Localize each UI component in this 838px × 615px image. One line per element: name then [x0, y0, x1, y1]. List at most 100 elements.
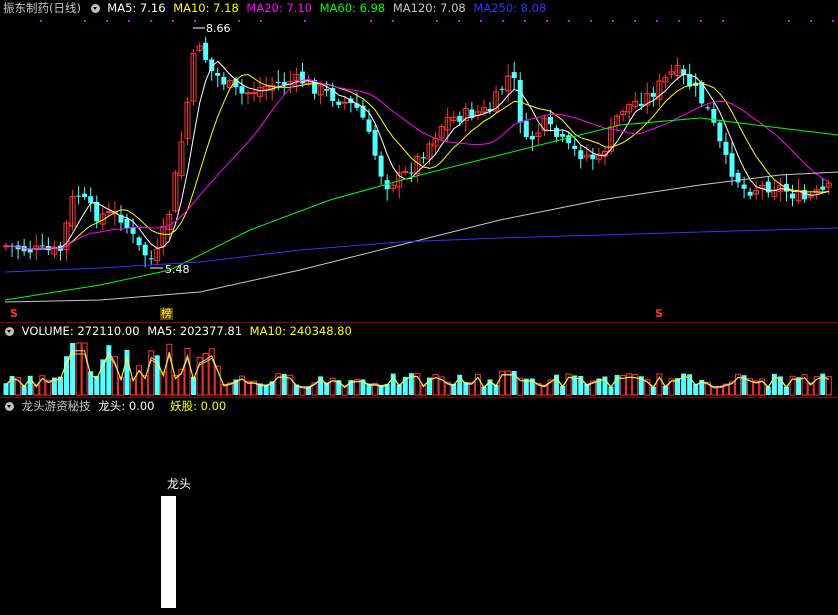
low-price-label: 5.48: [165, 263, 190, 276]
candle-body: [136, 237, 142, 246]
signal-dot: [84, 20, 86, 22]
candle-body: [82, 193, 88, 197]
signal-dot: [678, 20, 680, 22]
signal-dot: [260, 20, 262, 22]
signal-dot: [700, 20, 702, 22]
candle-body: [372, 130, 378, 156]
candle-body: [572, 145, 578, 149]
volume-panel[interactable]: VOLUME: 272110.00 MA5: 202377.81 MA10: 2…: [0, 323, 838, 397]
candle-body: [735, 172, 741, 183]
signal-dot: [128, 20, 130, 22]
signal-dot: [832, 20, 834, 22]
signal-dot: [656, 20, 658, 22]
candle-body: [275, 81, 281, 83]
indicator-panel[interactable]: 龙头游资秘技 龙头: 0.00 妖股: 0.00 龙头: [0, 398, 838, 615]
ma60-line: [4, 117, 838, 301]
candle-body: [221, 76, 227, 85]
signal-dot: [612, 20, 614, 22]
longtou-signal-bar: [161, 496, 176, 608]
candle-body: [820, 186, 826, 190]
signal-dot: [502, 20, 504, 22]
candle-body: [142, 244, 148, 256]
candle-body: [729, 153, 735, 177]
candle-body: [529, 135, 535, 140]
signal-dot: [722, 20, 724, 22]
longtou-value: 龙头: 0.00: [98, 399, 155, 413]
signal-dot: [370, 20, 372, 22]
signal-dot: [590, 20, 592, 22]
signal-dot: [304, 20, 306, 22]
candle-body: [203, 42, 209, 61]
candle-body: [723, 141, 729, 155]
candle-body: [366, 119, 372, 132]
candle-body: [747, 191, 753, 196]
candle-body: [560, 134, 566, 137]
candle-body: [717, 122, 723, 142]
signal-dot: [172, 20, 174, 22]
candle-body: [711, 108, 717, 123]
signal-dot: [40, 20, 42, 22]
candle-body: [650, 92, 656, 97]
indicator-name: 龙头游资秘技: [21, 399, 91, 413]
high-price-label: 8.66: [206, 22, 231, 35]
signal-dot: [458, 20, 460, 22]
signal-marker-bang: 榜: [160, 307, 173, 320]
yaogu-value: 妖股: 0.00: [170, 399, 227, 413]
candle-body: [741, 184, 747, 189]
candlestick-chart[interactable]: [0, 0, 838, 322]
candle-body: [638, 103, 644, 106]
candle-body: [590, 154, 596, 160]
candle-body: [239, 86, 245, 94]
candle-body: [705, 107, 711, 109]
candle-body: [76, 195, 82, 197]
longtou-bar-label: 龙头: [167, 477, 192, 491]
candle-body: [324, 89, 330, 91]
candle-body: [281, 81, 287, 85]
candle-body: [378, 155, 384, 177]
ma250-line: [4, 227, 838, 273]
signal-dot: [568, 20, 570, 22]
signal-marker-s-1: S: [10, 307, 18, 320]
signal-dot: [810, 20, 812, 22]
candle-body: [245, 92, 251, 95]
signal-dot: [788, 20, 790, 22]
candle-body: [402, 170, 409, 173]
dropdown-icon[interactable]: [5, 402, 14, 411]
candle-body: [548, 116, 553, 125]
candle-body: [148, 258, 154, 260]
volume-chart[interactable]: [0, 323, 838, 397]
candle-body: [420, 157, 426, 159]
candle-body: [39, 245, 45, 247]
candle-body: [215, 73, 221, 76]
candle-body: [457, 115, 463, 122]
signal-dot: [546, 20, 548, 22]
candle-body: [499, 88, 505, 90]
candle-body: [336, 101, 342, 105]
signal-dot: [524, 20, 526, 22]
candle-body: [251, 92, 258, 95]
candle-body: [511, 72, 517, 79]
candle-body: [105, 211, 112, 214]
signal-dot: [436, 20, 438, 22]
signal-dot: [392, 20, 394, 22]
signal-dot: [634, 20, 636, 22]
candle-body: [566, 135, 572, 144]
indicator-header: 龙头游资秘技 龙头: 0.00 妖股: 0.00: [0, 398, 230, 414]
kline-panel[interactable]: 振东制药(日线) MA5: 7.16 MA10: 7.18 MA20: 7.10…: [0, 0, 838, 322]
signal-dot: [480, 20, 482, 22]
signal-dot: [238, 20, 240, 22]
candle-body: [88, 196, 94, 204]
candle-body: [408, 172, 414, 174]
signal-dot: [194, 20, 196, 22]
candle-body: [790, 193, 795, 199]
ma120-line: [4, 171, 838, 303]
candle-body: [124, 218, 130, 229]
signal-dot: [106, 20, 108, 22]
candle-body: [554, 127, 560, 137]
candle-body: [578, 150, 584, 160]
candle-body: [341, 101, 348, 104]
candle-body: [94, 201, 100, 222]
signal-dot: [150, 20, 152, 22]
signal-marker-s-2: S: [655, 307, 663, 320]
candle-body: [523, 120, 529, 137]
